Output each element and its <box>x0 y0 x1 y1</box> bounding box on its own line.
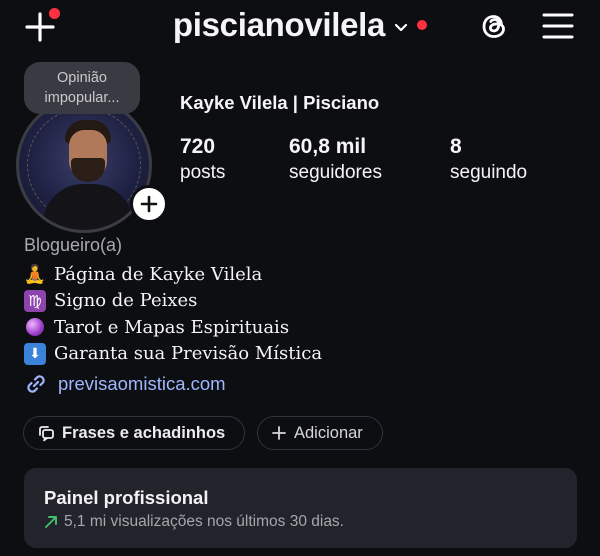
bio-text: Tarot e Mapas Espirituais <box>54 316 290 338</box>
chevron-down-icon <box>395 23 408 32</box>
stat-value: 720 <box>180 135 216 158</box>
link-icon <box>27 375 45 393</box>
down-arrow-icon: ⬇ <box>24 342 46 365</box>
plus-icon <box>272 426 286 440</box>
plus-icon <box>140 195 158 213</box>
bio-text: Garanta sua Previsão Mística <box>54 343 323 365</box>
bio-link[interactable]: previsaomistica.com <box>24 372 226 396</box>
profile-avatar[interactable] <box>16 97 168 233</box>
username: piscianovilela <box>172 6 386 43</box>
highlight-chip[interactable]: Frases e achadinhos <box>23 416 245 450</box>
stat-label: posts <box>180 162 226 183</box>
bio: 🧘 Página de Kayke Vilela ♍ Signo de Peix… <box>24 261 322 367</box>
menu-button[interactable] <box>541 11 575 41</box>
bio-line: Tarot e Mapas Espirituais <box>24 314 322 341</box>
chip-label: Frases e achadinhos <box>62 423 226 442</box>
top-bar: piscianovilela <box>0 0 600 58</box>
crystal-ball-icon <box>24 316 46 338</box>
panel-subtitle: 5,1 mi visualizações nos últimos 30 dias… <box>44 513 344 531</box>
person-sitting-icon: 🧘 <box>23 263 47 285</box>
bio-text: Página de Kayke Vilela <box>54 263 263 285</box>
stat-posts[interactable]: 720 posts <box>180 134 225 186</box>
display-name: Kayke Vilela | Pisciano <box>180 92 380 113</box>
stat-following[interactable]: 8 seguindo <box>450 134 527 186</box>
notification-dot <box>417 20 428 30</box>
trend-up-icon <box>45 516 57 528</box>
bio-line: ♍ Signo de Peixes <box>24 288 322 315</box>
stat-label: seguidores <box>289 162 382 183</box>
stat-value: 60,8 mil <box>289 135 367 158</box>
threads-icon <box>482 15 505 38</box>
link-text: previsaomistica.com <box>58 373 226 394</box>
stat-label: seguindo <box>450 162 528 183</box>
chip-label: Adicionar <box>294 423 363 442</box>
bio-text: Signo de Peixes <box>54 290 198 312</box>
stat-value: 8 <box>450 135 462 158</box>
panel-title: Painel profissional <box>44 487 209 508</box>
bio-line: ⬇ Garanta sua Previsão Mística <box>24 341 322 368</box>
professional-dashboard[interactable]: Painel profissional 5,1 mi visualizações… <box>24 468 577 548</box>
panel-subtitle-text: 5,1 mi visualizações nos últimos 30 dias… <box>64 513 344 530</box>
hamburger-menu-icon <box>542 13 574 39</box>
note-text-line: Opinião <box>57 70 107 86</box>
note-text-line: impopular... <box>44 90 120 106</box>
bio-line: 🧘 Página de Kayke Vilela <box>24 261 322 288</box>
speech-bubbles-icon <box>39 426 54 442</box>
add-button[interactable]: Adicionar <box>257 416 383 450</box>
threads-button[interactable] <box>476 8 512 44</box>
add-story-button[interactable] <box>130 185 168 223</box>
note-bubble[interactable]: Opinião impopular... <box>24 62 140 114</box>
virgo-sign-icon: ♍ <box>24 289 46 312</box>
profile-category: Blogueiro(a) <box>24 235 123 255</box>
stat-followers[interactable]: 60,8 mil seguidores <box>289 134 382 186</box>
